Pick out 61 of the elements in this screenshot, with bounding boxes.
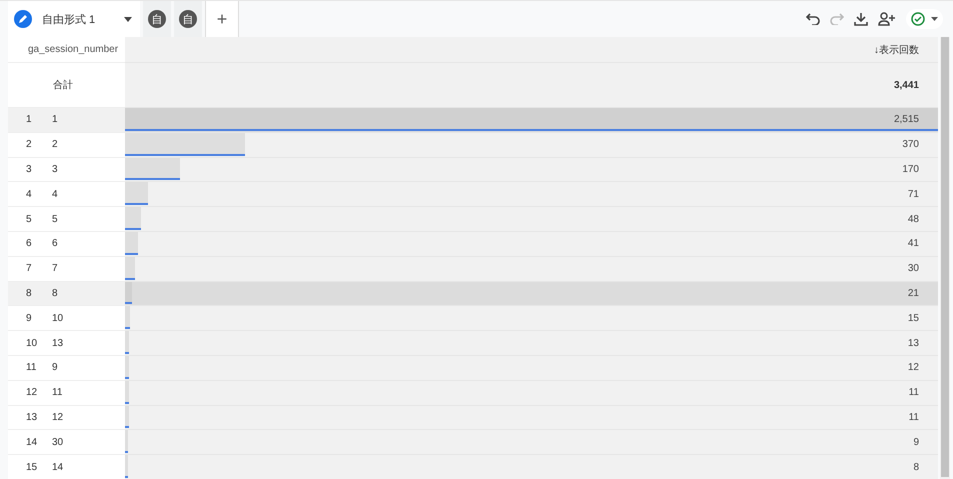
status-button[interactable] [906, 9, 943, 29]
table-cell: 15 [908, 312, 919, 324]
caret-icon [124, 16, 132, 22]
table-cell: 7 [52, 263, 58, 274]
row-number: 8 [26, 288, 33, 299]
table-cell: 11 [908, 412, 919, 423]
row-number: 10 [26, 338, 38, 349]
row-number: 5 [26, 214, 33, 225]
table-cell: 170 [902, 164, 919, 175]
table-cell: 4 [52, 188, 58, 200]
row-number: 6 [26, 238, 33, 250]
row-number: 12 [26, 387, 38, 398]
table-cell: 5 [52, 214, 58, 225]
table-cell: 11 [52, 387, 62, 398]
table-cell: 21 [908, 288, 919, 299]
table-cell: 10 [52, 312, 64, 324]
table-cell: 2,515 [894, 114, 919, 126]
scrollbar[interactable] [940, 37, 950, 479]
row-number: 15 [26, 462, 38, 473]
table-cell: 12 [908, 362, 919, 374]
table-cell: 13 [52, 338, 64, 349]
row-number: 4 [26, 188, 33, 200]
table-cell: 6 [52, 238, 58, 250]
table-cell: 9 [913, 436, 919, 448]
row-number: 1 [26, 114, 33, 126]
table-cell: 1 [52, 114, 58, 126]
row-number: 9 [26, 312, 33, 324]
table-cell: 30 [52, 436, 64, 448]
total-value: 3,441 [894, 80, 919, 90]
tab[interactable]: 自由形式 1 [8, 1, 140, 37]
table-cell: 30 [908, 263, 919, 274]
download-icon[interactable] [854, 12, 868, 26]
add-person-icon[interactable] [878, 12, 896, 26]
table-cell: 13 [908, 338, 919, 349]
table-cell: 370 [902, 139, 919, 150]
table-cell: 3 [52, 164, 58, 175]
caret-icon [931, 17, 938, 21]
row-number: 2 [26, 139, 33, 150]
table-cell: 71 [908, 188, 919, 200]
pencil-icon [14, 10, 32, 28]
tab[interactable]: 自 [143, 1, 171, 37]
check-circle-icon [911, 12, 925, 26]
table-cell: 12 [52, 412, 64, 423]
row-number: 13 [26, 412, 38, 423]
table-cell: 9 [52, 362, 58, 374]
total-label: 合計 [53, 78, 73, 92]
undo-icon[interactable] [806, 13, 820, 25]
row-number: 7 [26, 263, 33, 274]
column-header[interactable]: ↓表示回数 [874, 42, 919, 56]
table-cell: 48 [908, 214, 919, 225]
add-tab-button[interactable]: + [205, 1, 239, 37]
table-cell: 8 [52, 288, 58, 299]
row-number: 11 [26, 362, 38, 374]
table-cell: 11 [908, 387, 919, 398]
row-number: 3 [26, 164, 33, 175]
table-cell: 41 [908, 238, 919, 250]
table-cell: 8 [913, 462, 919, 473]
table-cell: 14 [52, 462, 64, 473]
table-cell: 2 [52, 139, 58, 150]
tab[interactable]: 自 [174, 1, 202, 37]
row-number: 14 [26, 436, 38, 448]
